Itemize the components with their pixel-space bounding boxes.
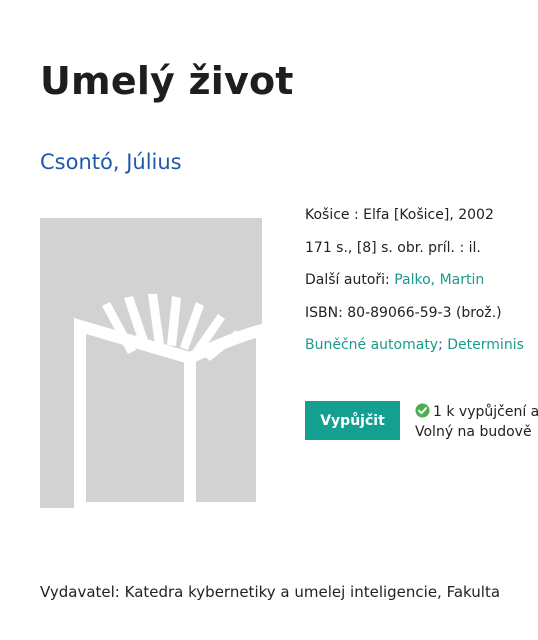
author-link[interactable]: Csontó, Július <box>40 150 182 174</box>
subject-separator: ; <box>438 337 443 353</box>
isbn-label: ISBN: <box>305 304 343 321</box>
imprint: Košice : Elfa [Košice], 2002 <box>305 207 494 223</box>
publisher-note: Vydavatel: Katedra kybernetiky a umelej … <box>40 583 501 601</box>
record-title: Umelý život <box>40 59 294 104</box>
other-authors-label: Další autoři: <box>305 272 390 288</box>
availability-count: 1 k vypůjčení a <box>433 404 538 420</box>
subject-link[interactable]: Buněčné automaty <box>305 337 438 353</box>
cover-placeholder <box>40 218 262 508</box>
physical-extent: 171 s., [8] s. obr. príl. : il. <box>305 239 481 256</box>
borrow-button[interactable]: Vypůjčit <box>305 401 400 440</box>
record-details: Košice : Elfa [Košice], 2002 171 s., [8]… <box>305 202 538 365</box>
isbn: ISBN: 80-89066-59-3 (brož.) <box>305 300 538 333</box>
subjects: Buněčné automaty; Determinis <box>305 332 538 365</box>
availability-line: 1 k vypůjčení a <box>415 402 538 422</box>
other-author-link[interactable]: Palko, Martin <box>394 272 484 288</box>
isbn-value: 80-89066-59-3 (brož.) <box>347 304 502 321</box>
availability-status: 1 k vypůjčení a Volný na budově <box>415 402 538 442</box>
check-circle-icon <box>415 403 430 418</box>
other-authors: Další autoři: Palko, Martin <box>305 267 538 300</box>
open-book-icon <box>74 294 262 508</box>
subject-link[interactable]: Determinis <box>447 337 524 353</box>
availability-location: Volný na budově <box>415 424 532 440</box>
